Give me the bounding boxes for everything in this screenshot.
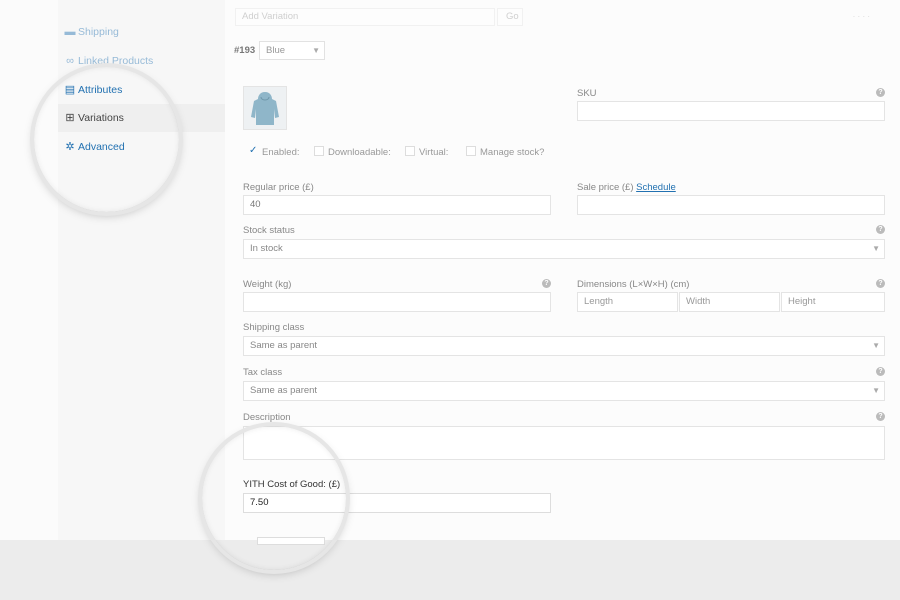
shipping-class-label: Shipping class — [243, 322, 305, 333]
sku-input[interactable] — [577, 101, 885, 121]
hoodie-image — [251, 92, 279, 125]
enabled-checkbox[interactable]: ✓ — [249, 146, 259, 156]
chevron-down-icon: ▼ — [312, 46, 320, 55]
weight-input[interactable] — [243, 292, 551, 312]
manage-stock-checkbox[interactable] — [466, 146, 476, 156]
help-icon[interactable]: ? — [876, 279, 885, 288]
add-variation-select[interactable]: Add Variation — [235, 8, 495, 26]
footer-bar — [0, 540, 900, 600]
go-button[interactable]: Go — [497, 8, 523, 26]
tab-shipping-label: Shipping — [78, 26, 119, 38]
width-placeholder: Width — [686, 296, 711, 307]
stock-status-value: In stock — [250, 243, 283, 254]
height-input[interactable]: Height — [781, 292, 885, 312]
virtual-checkbox[interactable] — [405, 146, 415, 156]
help-icon[interactable]: ? — [876, 412, 885, 421]
stock-status-label: Stock status — [243, 225, 295, 236]
regular-price-input[interactable]: 40 — [243, 195, 551, 215]
shipping-class-select[interactable]: Same as parent ▼ — [243, 336, 885, 356]
downloadable-checkbox[interactable] — [314, 146, 324, 156]
schedule-link[interactable]: Schedule — [636, 182, 676, 193]
tax-class-label: Tax class — [243, 367, 283, 378]
add-variation-value: Add Variation — [242, 11, 299, 22]
magnifier-lens-cost — [202, 426, 346, 570]
help-icon[interactable]: ? — [876, 225, 885, 234]
sku-label: SKU — [577, 88, 597, 99]
help-icon[interactable]: ? — [876, 88, 885, 97]
chevron-down-icon: ▼ — [872, 386, 880, 395]
sale-price-label: Sale price (£) Schedule — [577, 182, 676, 193]
virtual-label: Virtual: — [419, 147, 449, 158]
weight-label: Weight (kg) — [243, 279, 292, 290]
variation-image[interactable] — [243, 86, 287, 130]
length-placeholder: Length — [584, 296, 614, 307]
dimensions-label: Dimensions (L×W×H) (cm) — [577, 279, 690, 290]
window-controls: · · · · — [852, 12, 870, 21]
help-icon[interactable]: ? — [876, 367, 885, 376]
downloadable-label: Downloadable: — [328, 147, 391, 158]
stock-status-select[interactable]: In stock ▼ — [243, 239, 885, 259]
sale-price-input[interactable] — [577, 195, 885, 215]
height-placeholder: Height — [788, 296, 816, 307]
regular-price-label: Regular price (£) — [243, 182, 314, 193]
length-input[interactable]: Length — [577, 292, 678, 312]
manage-stock-label: Manage stock? — [480, 147, 545, 158]
tax-class-value: Same as parent — [250, 385, 318, 396]
go-label: Go — [506, 11, 519, 22]
width-input[interactable]: Width — [679, 292, 780, 312]
tax-class-select[interactable]: Same as parent ▼ — [243, 381, 885, 401]
description-label: Description — [243, 412, 291, 423]
tab-shipping[interactable]: ▬ Shipping — [58, 18, 225, 46]
magnifier-lens-sidebar — [34, 67, 179, 212]
variation-id: #193 — [234, 45, 256, 56]
chevron-down-icon: ▼ — [872, 341, 880, 350]
variation-attribute-value: Blue — [266, 45, 286, 56]
link-icon: ∞ — [66, 55, 74, 67]
sale-price-label-text: Sale price (£) — [577, 182, 634, 193]
chevron-down-icon: ▼ — [872, 244, 880, 253]
help-icon[interactable]: ? — [542, 279, 551, 288]
description-textarea[interactable] — [243, 426, 885, 460]
truck-icon: ▬ — [64, 26, 76, 38]
regular-price-value: 40 — [250, 199, 261, 210]
enabled-label: Enabled: — [262, 147, 300, 158]
shipping-class-value: Same as parent — [250, 340, 318, 351]
variation-attribute-select[interactable]: Blue ▼ — [259, 41, 325, 60]
